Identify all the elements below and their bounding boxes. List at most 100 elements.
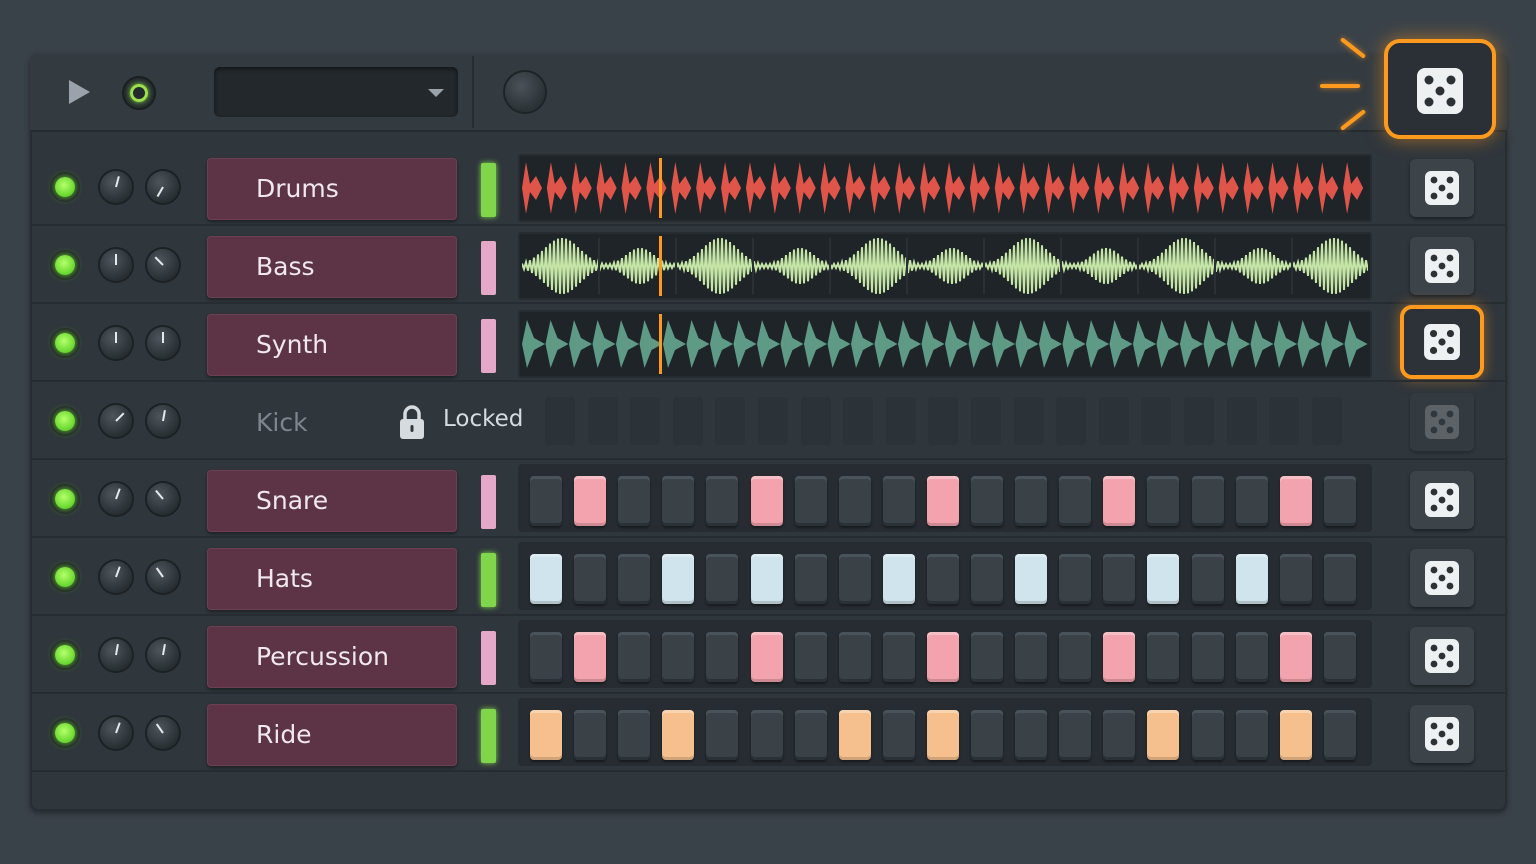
step-button[interactable]: [882, 476, 915, 526]
step-button[interactable]: [838, 476, 871, 526]
randomize-channel-button[interactable]: [1400, 305, 1484, 379]
step-button[interactable]: [662, 554, 695, 604]
channel-name-button[interactable]: Snare: [207, 470, 457, 532]
channel-enable-led[interactable]: [50, 640, 80, 670]
pattern-dropdown[interactable]: [214, 67, 458, 117]
step-button[interactable]: [662, 632, 695, 682]
step-button[interactable]: [882, 710, 915, 760]
record-button[interactable]: [122, 76, 156, 110]
mixer-track-indicator[interactable]: [481, 553, 496, 607]
step-button[interactable]: [1147, 710, 1180, 760]
step-button[interactable]: [882, 632, 915, 682]
step-button[interactable]: [971, 554, 1003, 604]
step-button[interactable]: [1191, 476, 1224, 526]
pan-knob[interactable]: [147, 561, 179, 593]
step-button[interactable]: [706, 554, 739, 604]
waveform-display[interactable]: [518, 154, 1372, 222]
mixer-track-indicator[interactable]: [481, 475, 496, 529]
step-button[interactable]: [1279, 554, 1312, 604]
step-button[interactable]: [1103, 632, 1136, 682]
step-button[interactable]: [1147, 476, 1180, 526]
step-button[interactable]: [750, 632, 783, 682]
volume-knob[interactable]: [100, 717, 132, 749]
step-button[interactable]: [1147, 554, 1180, 604]
randomize-channel-button[interactable]: [1410, 549, 1474, 607]
step-button[interactable]: [662, 710, 695, 760]
randomize-channel-button[interactable]: [1410, 471, 1474, 529]
step-button[interactable]: [1103, 554, 1136, 604]
step-button[interactable]: [838, 554, 871, 604]
step-button[interactable]: [530, 554, 562, 604]
step-button[interactable]: [750, 710, 783, 760]
step-button[interactable]: [618, 554, 651, 604]
step-button[interactable]: [971, 710, 1003, 760]
step-button[interactable]: [794, 632, 827, 682]
mixer-track-indicator[interactable]: [481, 319, 496, 373]
step-button[interactable]: [971, 476, 1003, 526]
step-button[interactable]: [1235, 554, 1268, 604]
step-button[interactable]: [750, 554, 783, 604]
step-button[interactable]: [1059, 632, 1092, 682]
play-icon[interactable]: [66, 78, 92, 106]
step-button[interactable]: [1191, 632, 1224, 682]
step-button[interactable]: [574, 710, 607, 760]
step-button[interactable]: [926, 554, 959, 604]
randomize-channel-button[interactable]: [1410, 237, 1474, 295]
step-button[interactable]: [618, 710, 651, 760]
step-button[interactable]: [1059, 476, 1092, 526]
step-button[interactable]: [971, 632, 1003, 682]
step-button[interactable]: [1279, 632, 1312, 682]
step-button[interactable]: [1059, 554, 1092, 604]
channel-enable-led[interactable]: [50, 562, 80, 592]
randomize-channel-button[interactable]: [1410, 159, 1474, 217]
waveform-display[interactable]: [518, 310, 1372, 378]
step-button[interactable]: [838, 632, 871, 682]
pan-knob[interactable]: [147, 249, 179, 281]
channel-enable-led[interactable]: [50, 172, 80, 202]
step-button[interactable]: [530, 710, 562, 760]
randomize-all-button[interactable]: [1384, 39, 1496, 139]
step-button[interactable]: [838, 710, 871, 760]
step-button[interactable]: [530, 476, 562, 526]
volume-knob[interactable]: [100, 405, 132, 437]
volume-knob[interactable]: [100, 483, 132, 515]
randomize-channel-button[interactable]: [1410, 627, 1474, 685]
step-button[interactable]: [1015, 476, 1048, 526]
volume-knob[interactable]: [100, 327, 132, 359]
step-button[interactable]: [1103, 710, 1136, 760]
step-button[interactable]: [706, 632, 739, 682]
channel-name-button[interactable]: Bass: [207, 236, 457, 298]
step-button[interactable]: [1279, 710, 1312, 760]
step-button[interactable]: [1015, 554, 1048, 604]
channel-enable-led[interactable]: [50, 328, 80, 358]
step-button[interactable]: [882, 554, 915, 604]
mixer-track-indicator[interactable]: [481, 241, 496, 295]
step-button[interactable]: [574, 476, 607, 526]
step-button[interactable]: [706, 710, 739, 760]
mixer-track-indicator[interactable]: [481, 163, 496, 217]
step-button[interactable]: [926, 476, 959, 526]
step-button[interactable]: [926, 710, 959, 760]
step-button[interactable]: [926, 632, 959, 682]
volume-knob[interactable]: [100, 639, 132, 671]
step-button[interactable]: [1059, 710, 1092, 760]
channel-enable-led[interactable]: [50, 484, 80, 514]
step-button[interactable]: [1191, 710, 1224, 760]
step-button[interactable]: [1015, 710, 1048, 760]
master-knob[interactable]: [505, 72, 545, 112]
channel-enable-led[interactable]: [50, 250, 80, 280]
pan-knob[interactable]: [147, 405, 179, 437]
pan-knob[interactable]: [147, 171, 179, 203]
step-button[interactable]: [1147, 632, 1180, 682]
volume-knob[interactable]: [100, 171, 132, 203]
step-button[interactable]: [574, 632, 607, 682]
channel-enable-led[interactable]: [50, 718, 80, 748]
step-button[interactable]: [618, 476, 651, 526]
step-button[interactable]: [1103, 476, 1136, 526]
step-button[interactable]: [1323, 476, 1356, 526]
step-button[interactable]: [1235, 632, 1268, 682]
channel-name-button[interactable]: Drums: [207, 158, 457, 220]
step-button[interactable]: [662, 476, 695, 526]
step-button[interactable]: [1279, 476, 1312, 526]
step-button[interactable]: [1235, 710, 1268, 760]
